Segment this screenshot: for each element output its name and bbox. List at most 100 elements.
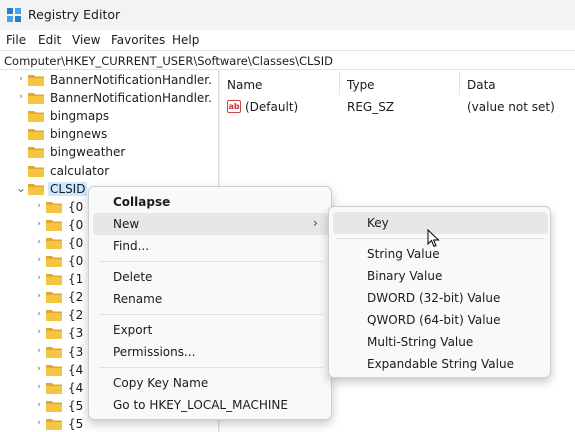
- tree-item[interactable]: bingweather: [0, 143, 218, 161]
- menu-item-multi-string-value[interactable]: Multi-String Value: [333, 331, 548, 353]
- tree-item-label: {0: [68, 236, 84, 250]
- folder-icon: [46, 238, 62, 249]
- column-header-data[interactable]: Data: [467, 71, 496, 95]
- folder-icon: [46, 310, 62, 321]
- chevron-right-icon[interactable]: ›: [34, 254, 44, 266]
- folder-icon: [46, 256, 62, 267]
- value-row[interactable]: ab (Default) REG_SZ (value not set): [221, 97, 575, 117]
- tree-item-label: BannerNotificationHandler.: [50, 73, 212, 87]
- tree-item-label: {5: [68, 417, 84, 431]
- menu-item-dword-value[interactable]: DWORD (32-bit) Value: [333, 287, 548, 309]
- folder-icon: [46, 383, 62, 394]
- chevron-right-icon[interactable]: ›: [34, 200, 44, 212]
- chevron-right-icon[interactable]: ›: [34, 381, 44, 393]
- tree-item-label: {3: [68, 345, 84, 359]
- menu-separator: [99, 367, 323, 368]
- chevron-right-icon[interactable]: ›: [34, 417, 44, 429]
- menu-item-copy-key-name[interactable]: Copy Key Name: [93, 372, 329, 394]
- menu-view[interactable]: View: [72, 33, 100, 47]
- menu-item-label: Go to HKEY_LOCAL_MACHINE: [113, 398, 288, 412]
- tree-item-label: {0: [68, 200, 84, 214]
- menu-item-label: New: [113, 217, 140, 231]
- chevron-right-icon[interactable]: ›: [34, 218, 44, 230]
- column-divider[interactable]: [459, 71, 460, 95]
- folder-icon: [46, 401, 62, 412]
- window-title: Registry Editor: [28, 7, 121, 22]
- folder-icon: [46, 328, 62, 339]
- folder-icon: [46, 274, 62, 285]
- menu-favorites[interactable]: Favorites: [111, 33, 165, 47]
- mouse-cursor-icon: [427, 229, 440, 248]
- chevron-right-icon[interactable]: ›: [34, 308, 44, 320]
- address-path[interactable]: Computer\HKEY_CURRENT_USER\Software\Clas…: [4, 54, 333, 68]
- menu-item-new[interactable]: New ›: [93, 213, 329, 235]
- menu-item-find[interactable]: Find...: [93, 235, 329, 257]
- menu-item-delete[interactable]: Delete: [93, 266, 329, 288]
- chevron-right-icon[interactable]: ›: [34, 236, 44, 248]
- menu-item-label: Key: [367, 216, 389, 230]
- chevron-right-icon[interactable]: ›: [34, 326, 44, 338]
- value-name: (Default): [245, 100, 299, 114]
- tree-item[interactable]: bingnews: [0, 125, 218, 143]
- menu-item-collapse[interactable]: Collapse: [93, 191, 329, 213]
- column-header-type[interactable]: Type: [347, 71, 375, 95]
- menu-item-label: Permissions...: [113, 345, 196, 359]
- chevron-right-icon[interactable]: ›: [16, 91, 26, 103]
- menu-item-permissions[interactable]: Permissions...: [93, 341, 329, 363]
- menu-item-goto-hklm[interactable]: Go to HKEY_LOCAL_MACHINE: [93, 394, 329, 416]
- menu-item-label: Delete: [113, 270, 153, 284]
- chevron-right-icon[interactable]: ›: [34, 290, 44, 302]
- chevron-right-icon[interactable]: ›: [34, 399, 44, 411]
- folder-icon: [46, 220, 62, 231]
- tree-item[interactable]: bingmaps: [0, 107, 218, 125]
- tree-item-label: calculator: [50, 164, 110, 178]
- tree-item-label: {5: [68, 399, 84, 413]
- tree-item-label: {2: [68, 308, 84, 322]
- tree-item[interactable]: › BannerNotificationHandler.: [0, 89, 218, 107]
- tree-item[interactable]: › BannerNotificationHandler.: [0, 71, 218, 89]
- chevron-right-icon[interactable]: ›: [34, 345, 44, 357]
- tree-item-label: {1: [68, 272, 84, 286]
- chevron-down-icon[interactable]: ⌄: [16, 182, 26, 194]
- menu-separator: [99, 261, 323, 262]
- folder-icon: [28, 111, 44, 122]
- tree-item-label: {3: [68, 326, 84, 340]
- menu-item-rename[interactable]: Rename: [93, 288, 329, 310]
- menu-bar: File Edit View Favorites Help: [0, 30, 575, 50]
- folder-icon: [28, 93, 44, 104]
- menu-help[interactable]: Help: [172, 33, 199, 47]
- menu-item-label: String Value: [367, 247, 440, 261]
- menu-edit[interactable]: Edit: [38, 33, 61, 47]
- column-header-name[interactable]: Name: [227, 71, 262, 95]
- registry-editor-icon: [7, 8, 21, 22]
- chevron-right-icon[interactable]: ›: [34, 272, 44, 284]
- title-bar: Registry Editor: [0, 0, 575, 30]
- tree-item-label: BannerNotificationHandler.: [50, 91, 212, 105]
- context-menu: Collapse New › Find... Delete Rename Exp…: [88, 186, 332, 420]
- tree-item-label: {4: [68, 381, 84, 395]
- chevron-right-icon: ›: [313, 216, 318, 230]
- address-bar[interactable]: Computer\HKEY_CURRENT_USER\Software\Clas…: [0, 50, 575, 70]
- menu-item-label: QWORD (64-bit) Value: [367, 313, 501, 327]
- folder-icon: [28, 129, 44, 140]
- chevron-right-icon[interactable]: ›: [34, 363, 44, 375]
- menu-item-label: Find...: [113, 239, 150, 253]
- chevron-right-icon[interactable]: ›: [16, 73, 26, 85]
- menu-item-label: Expandable String Value: [367, 357, 514, 371]
- menu-item-label: Collapse: [113, 195, 171, 209]
- menu-item-label: Export: [113, 323, 153, 337]
- tree-item[interactable]: calculator: [0, 162, 218, 180]
- folder-icon: [46, 202, 62, 213]
- folder-icon: [28, 147, 44, 158]
- value-type: REG_SZ: [347, 100, 395, 114]
- tree-item-label: bingweather: [50, 145, 126, 159]
- tree-item-label: CLSID: [48, 182, 88, 196]
- folder-icon: [28, 75, 44, 86]
- menu-item-binary-value[interactable]: Binary Value: [333, 265, 548, 287]
- menu-item-qword-value[interactable]: QWORD (64-bit) Value: [333, 309, 548, 331]
- menu-item-expandable-string-value[interactable]: Expandable String Value: [333, 353, 548, 375]
- menu-file[interactable]: File: [6, 33, 26, 47]
- column-divider[interactable]: [339, 71, 340, 95]
- value-data: (value not set): [467, 100, 555, 114]
- menu-item-export[interactable]: Export: [93, 319, 329, 341]
